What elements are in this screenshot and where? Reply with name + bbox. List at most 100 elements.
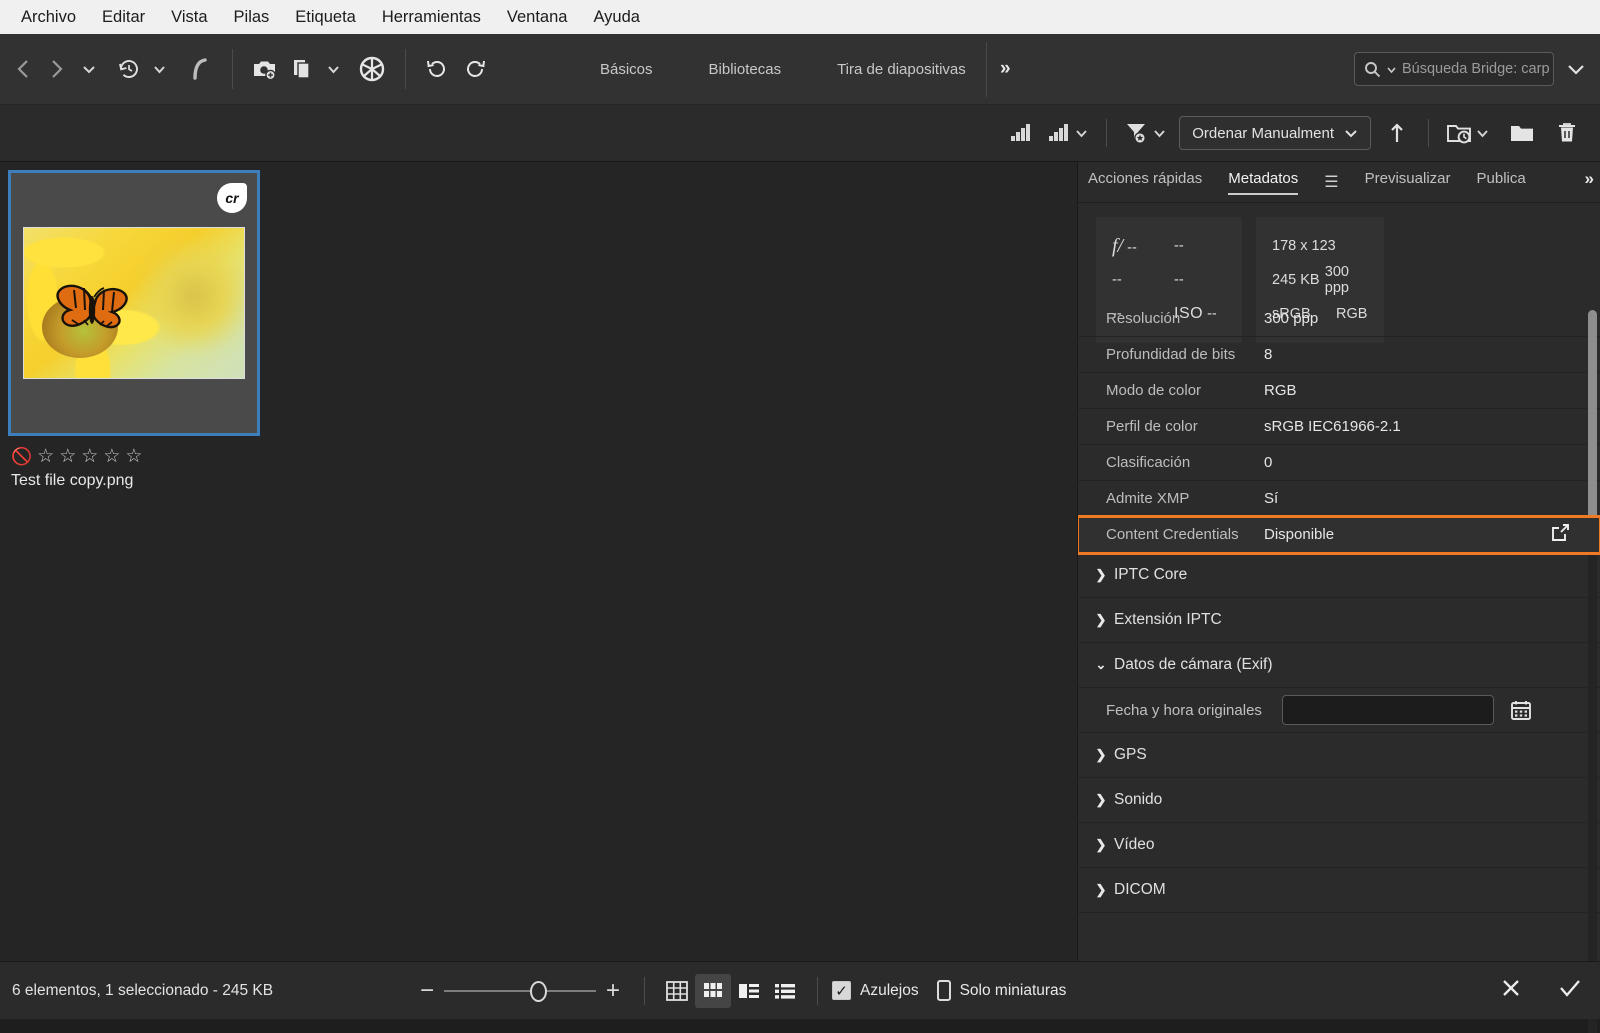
menu-item-editar[interactable]: Editar — [89, 5, 158, 30]
star-3-icon[interactable]: ☆ — [81, 447, 98, 466]
slider-handle[interactable] — [530, 980, 547, 1002]
butterfly-illustration — [56, 284, 128, 329]
menu-item-etiqueta[interactable]: Etiqueta — [282, 5, 369, 30]
thumbnail-size-slider[interactable] — [444, 980, 596, 1002]
shutter-value: -- — [1174, 238, 1184, 254]
chevron-right-icon: ❯ — [1095, 567, 1107, 582]
solo-miniaturas-item[interactable]: Solo miniaturas — [936, 980, 1066, 1001]
filter-rating-dropdown-icon[interactable] — [1038, 115, 1095, 151]
menu-item-archivo[interactable]: Archivo — [8, 5, 89, 30]
section-sonido[interactable]: ❯ Sonido — [1078, 778, 1600, 823]
check-icon[interactable] — [1558, 977, 1582, 1005]
workspace-tab-tira-de-diapositivas[interactable]: Tira de diapositivas — [837, 61, 966, 78]
azulejos-checkbox[interactable]: ✓ — [832, 981, 851, 1000]
close-icon[interactable] — [1500, 977, 1522, 1005]
sort-ascending-arrow-icon[interactable] — [1377, 115, 1417, 151]
metadata-value: RGB — [1264, 382, 1297, 399]
metadata-key: Clasificación — [1106, 454, 1191, 471]
section-extension-iptc[interactable]: ❯ Extensión IPTC — [1078, 598, 1600, 643]
forward-arrow-icon[interactable] — [40, 49, 74, 89]
reject-icon[interactable]: 🚫 — [11, 448, 32, 465]
metadata-key: Profundidad de bits — [1106, 346, 1236, 363]
recent-history-icon[interactable] — [112, 49, 146, 89]
trash-icon[interactable] — [1548, 115, 1586, 151]
hamburger-menu-icon[interactable]: ☰ — [1324, 172, 1338, 192]
azulejos-checkbox-item[interactable]: ✓ Azulejos — [832, 981, 919, 1000]
search-input[interactable] — [1402, 61, 1552, 77]
grid-view-button[interactable] — [695, 973, 731, 1008]
section-video[interactable]: ❯ Vídeo — [1078, 823, 1600, 868]
panel-scrollbar-thumb[interactable] — [1588, 310, 1597, 532]
workspace-overflow-icon[interactable]: » — [1000, 58, 1011, 80]
panel-tab-publica[interactable]: Publica — [1477, 170, 1526, 195]
menu-item-herramientas[interactable]: Herramientas — [369, 5, 494, 30]
refine-dropdown-icon[interactable] — [321, 49, 345, 89]
refine-icon[interactable] — [285, 49, 321, 89]
star-5-icon[interactable]: ☆ — [125, 447, 142, 466]
zoom-in-button[interactable]: + — [596, 977, 630, 1005]
details-view-button[interactable] — [731, 974, 767, 1008]
menu-item-ayuda[interactable]: Ayuda — [580, 5, 653, 30]
metadata-row-clasificacion[interactable]: Clasificación 0 — [1078, 445, 1600, 481]
filter-sort-toolbar: Ordenar Manualment — [0, 105, 1600, 162]
navigation-dropdown-icon[interactable] — [74, 49, 104, 89]
open-in-photoshop-icon[interactable] — [351, 49, 393, 89]
metadata-key: Content Credentials — [1106, 526, 1239, 543]
workspace-tab-basicos[interactable]: Básicos — [600, 61, 653, 78]
star-1-icon[interactable]: ☆ — [37, 447, 54, 466]
panel-scrollbar[interactable] — [1588, 310, 1597, 1033]
metadata-row-perfil-de-color[interactable]: Perfil de color sRGB IEC61966-2.1 — [1078, 409, 1600, 445]
menu-item-vista[interactable]: Vista — [158, 5, 220, 30]
go-to-parent-icon[interactable] — [180, 49, 220, 89]
metadata-list[interactable]: Resolución 300 ppp Profundidad de bits 8… — [1078, 301, 1600, 961]
metadata-row-content-credentials[interactable]: Content Credentials Disponible — [1078, 515, 1600, 555]
section-iptc-core[interactable]: ❯ IPTC Core — [1078, 553, 1600, 598]
panel-tab-previsualizar[interactable]: Previsualizar — [1365, 170, 1451, 195]
exif-date-label: Fecha y hora originales — [1106, 701, 1262, 719]
thumbnail-container[interactable]: cr — [8, 170, 260, 436]
section-datos-de-camara-exif[interactable]: ⌄ Datos de cámara (Exif) — [1078, 643, 1600, 688]
metadata-row-admite-xmp[interactable]: Admite XMP Sí — [1078, 481, 1600, 517]
metadata-key: Modo de color — [1106, 382, 1202, 399]
star-4-icon[interactable]: ☆ — [103, 447, 120, 466]
search-scope-dropdown-icon[interactable] — [1386, 65, 1397, 74]
content-grid[interactable]: cr 🚫 ☆ ☆ ☆ ☆ ☆ Test file copy.png — [0, 162, 1078, 961]
grid-item[interactable]: cr 🚫 ☆ ☆ ☆ ☆ ☆ Test file copy.png — [8, 170, 260, 490]
rotate-clockwise-icon[interactable] — [456, 49, 494, 89]
recent-folders-icon[interactable] — [1440, 115, 1496, 151]
new-folder-icon[interactable] — [1496, 115, 1548, 151]
panel-action-buttons — [1500, 977, 1582, 1005]
star-2-icon[interactable]: ☆ — [59, 447, 76, 466]
panel-tab-metadatos[interactable]: Metadatos — [1228, 170, 1299, 195]
rating-row[interactable]: 🚫 ☆ ☆ ☆ ☆ ☆ — [8, 447, 260, 466]
metadata-value: sRGB IEC61966-2.1 — [1264, 418, 1401, 435]
zoom-out-button[interactable]: − — [410, 977, 444, 1005]
panel-overflow-icon[interactable]: » — [1585, 169, 1594, 189]
panel-tab-acciones-rapidas[interactable]: Acciones rápidas — [1088, 170, 1202, 195]
external-link-icon[interactable] — [1551, 523, 1570, 547]
back-arrow-icon[interactable] — [6, 49, 40, 89]
section-dicom[interactable]: ❯ DICOM — [1078, 868, 1600, 913]
grid-lock-view-button[interactable] — [659, 974, 695, 1008]
filter-rating-icon[interactable] — [1002, 115, 1038, 151]
recent-history-dropdown-icon[interactable] — [146, 49, 172, 89]
search-box[interactable] — [1354, 52, 1554, 86]
file-name-label[interactable]: Test file copy.png — [8, 472, 260, 490]
workspace-tab-bibliotecas[interactable]: Bibliotecas — [709, 61, 782, 78]
exif-date-field-row[interactable]: Fecha y hora originales — [1078, 688, 1600, 733]
section-gps[interactable]: ❯ GPS — [1078, 733, 1600, 778]
rotate-counterclockwise-icon[interactable] — [418, 49, 456, 89]
list-view-button[interactable] — [767, 974, 803, 1008]
sort-order-dropdown[interactable]: Ordenar Manualment — [1179, 116, 1371, 150]
filter-funnel-icon[interactable] — [1118, 115, 1173, 151]
metadata-row-resolucion[interactable]: Resolución 300 ppp — [1078, 301, 1600, 337]
menu-item-ventana[interactable]: Ventana — [494, 5, 581, 30]
metadata-row-profundidad-de-bits[interactable]: Profundidad de bits 8 — [1078, 337, 1600, 373]
metadata-row-modo-de-color[interactable]: Modo de color RGB — [1078, 373, 1600, 409]
menu-item-pilas[interactable]: Pilas — [221, 5, 283, 30]
calendar-icon[interactable] — [1510, 699, 1532, 721]
search-panel-dropdown-icon[interactable] — [1566, 62, 1586, 76]
import-from-camera-icon[interactable] — [245, 49, 285, 89]
content-credentials-badge-icon[interactable]: cr — [217, 183, 247, 213]
exif-date-input[interactable] — [1282, 695, 1494, 725]
